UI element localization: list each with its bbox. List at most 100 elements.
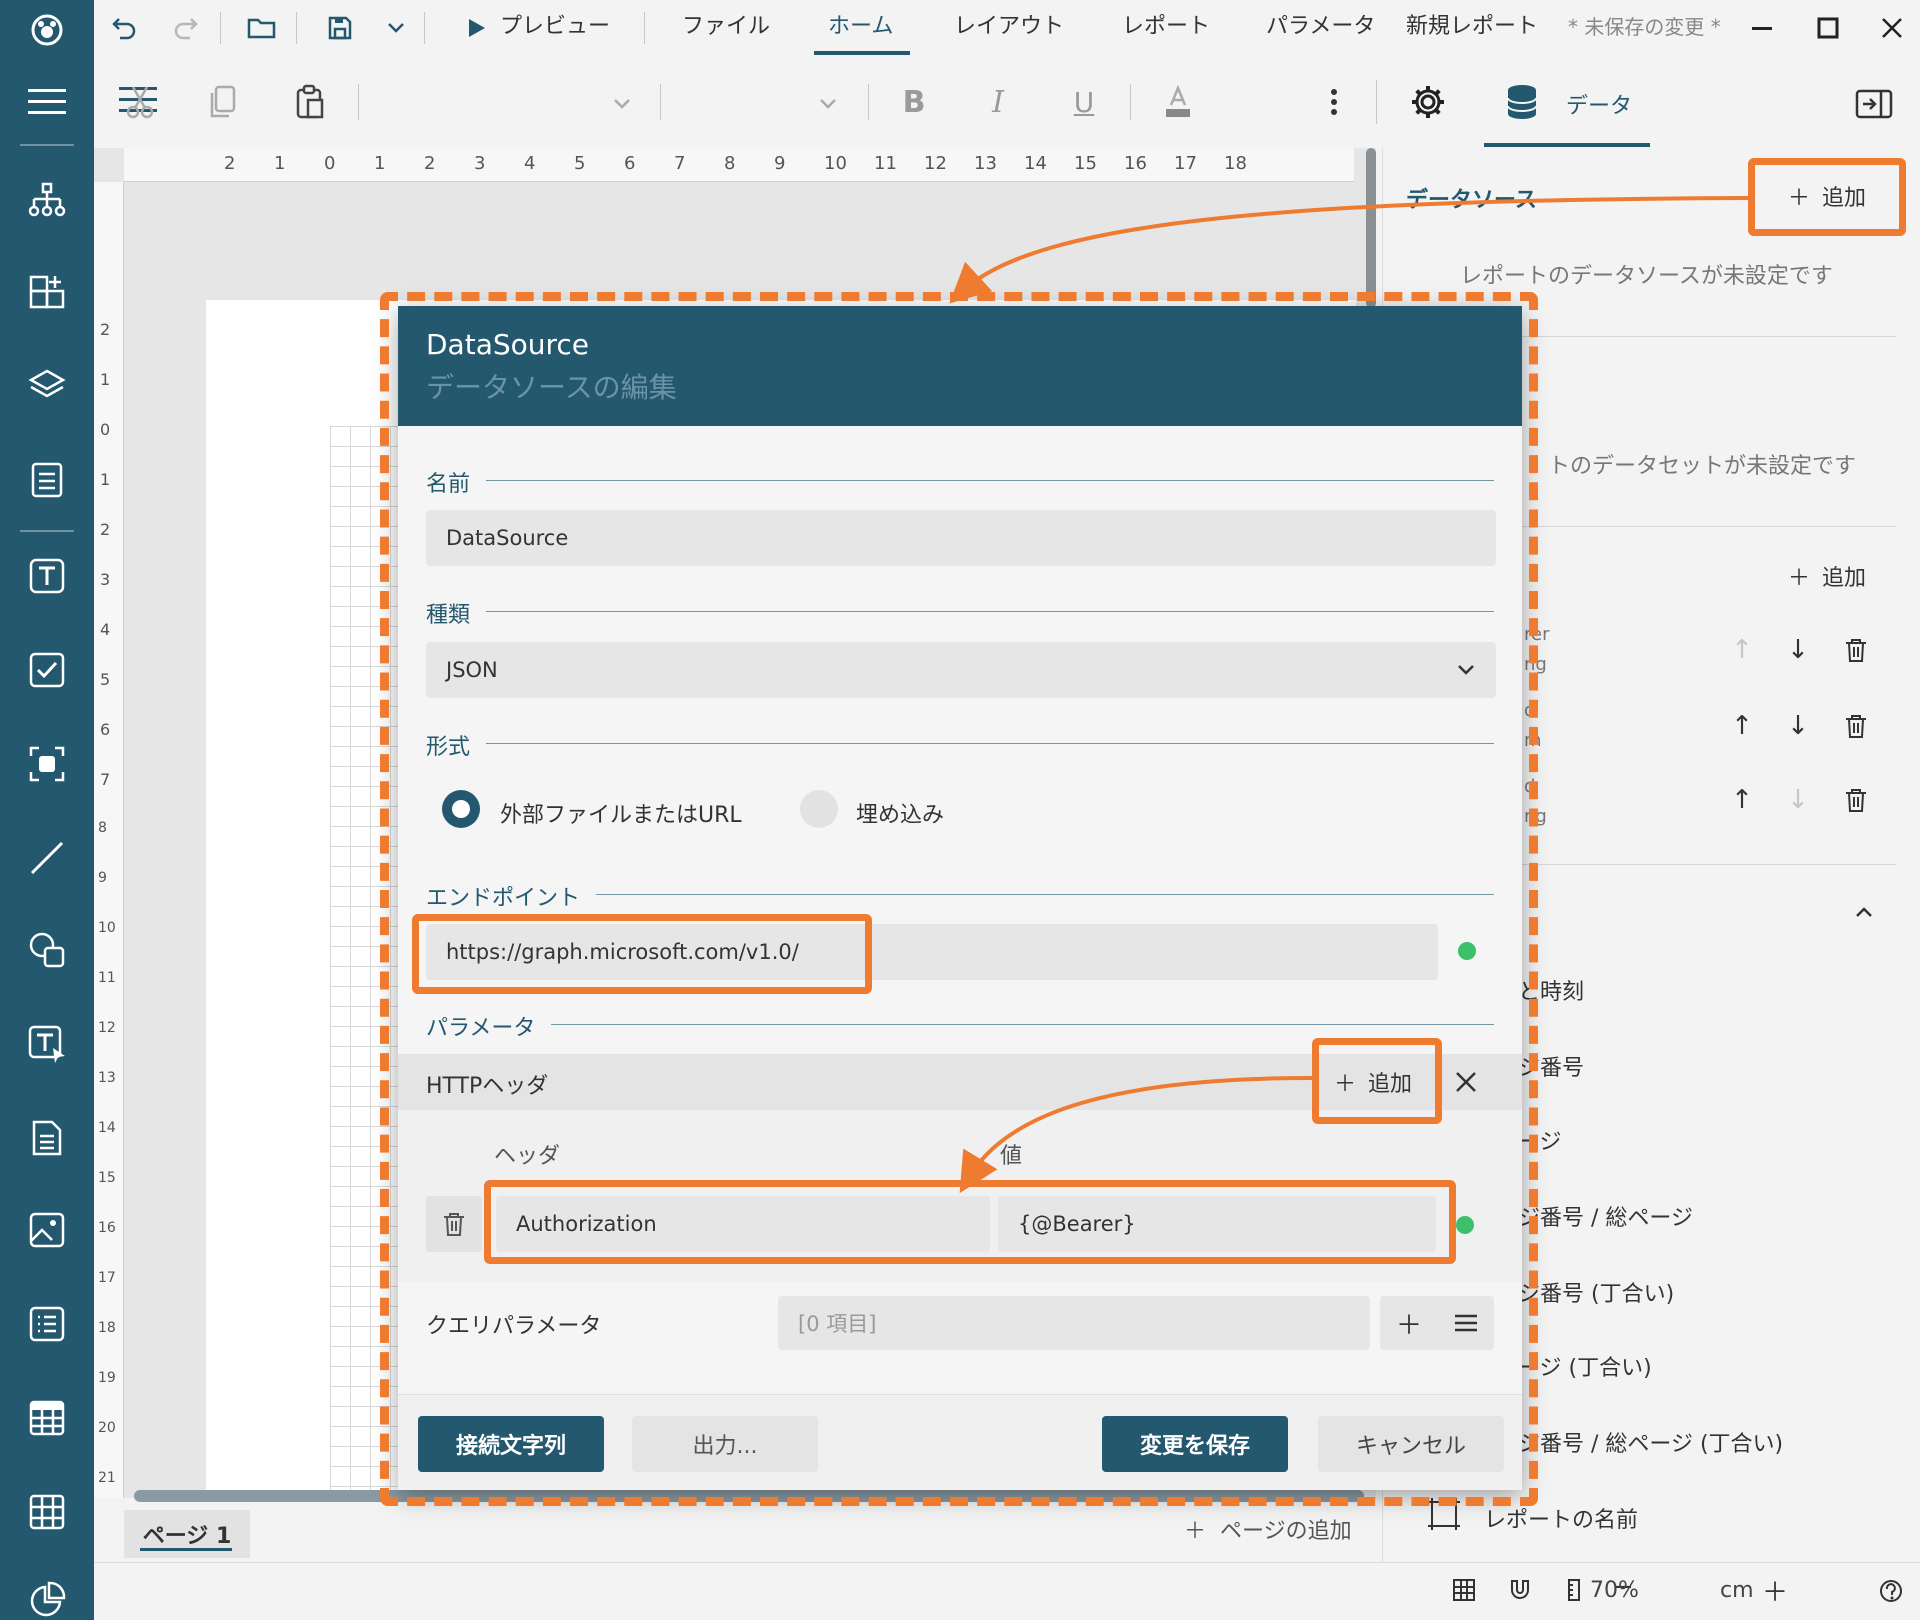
underline-icon[interactable]: U bbox=[1060, 78, 1108, 126]
line-icon[interactable] bbox=[17, 828, 77, 888]
menu-home[interactable]: ホーム bbox=[828, 12, 893, 42]
chart-icon[interactable] bbox=[17, 1570, 77, 1620]
ruler-tick: 9 bbox=[98, 870, 107, 886]
rich-text-icon[interactable] bbox=[17, 1014, 77, 1074]
menu-file[interactable]: ファイル bbox=[682, 12, 770, 42]
database-icon[interactable] bbox=[1498, 78, 1546, 126]
page-tab-underline bbox=[140, 1548, 232, 1551]
maximize-icon[interactable] bbox=[1810, 10, 1846, 46]
ruler-tick: 13 bbox=[98, 1070, 116, 1086]
highlight-add-header bbox=[1312, 1038, 1442, 1124]
chevron-down-icon[interactable] bbox=[378, 10, 414, 46]
separator bbox=[296, 12, 297, 44]
checkbox-icon[interactable] bbox=[17, 640, 77, 700]
menu-new-report[interactable]: 新規レポート bbox=[1406, 12, 1538, 42]
add-page-button[interactable]: ＋ ページの追加 bbox=[1184, 1516, 1352, 1548]
ruler-toggle-icon[interactable] bbox=[1562, 1578, 1586, 1602]
italic-icon[interactable]: I bbox=[974, 78, 1022, 126]
ruler-tick: 6 bbox=[100, 720, 111, 739]
ruler-tick: 11 bbox=[98, 970, 116, 986]
add-parameter-button[interactable]: ＋ 追加 bbox=[1788, 560, 1866, 592]
system-field-item[interactable]: ジ番号 / 総ページ bbox=[1518, 1200, 1693, 1232]
ruler-tick: 3 bbox=[100, 570, 111, 589]
preview-button[interactable]: プレビュー bbox=[500, 12, 610, 42]
trash-icon[interactable] bbox=[1840, 710, 1872, 742]
paste-icon[interactable] bbox=[286, 78, 334, 126]
image-icon[interactable] bbox=[17, 1200, 77, 1260]
save-icon[interactable] bbox=[322, 10, 358, 46]
ruler-tick: 11 bbox=[874, 153, 897, 174]
menu-layout[interactable]: レイアウト bbox=[954, 12, 1064, 42]
ruler-tick: 20 bbox=[98, 1420, 116, 1436]
ruler-tick: 1 bbox=[274, 153, 286, 174]
menu-parameters[interactable]: パラメータ bbox=[1266, 12, 1375, 42]
zoom-level[interactable]: 70% bbox=[1590, 1578, 1639, 1603]
redo-icon[interactable] bbox=[168, 10, 204, 46]
ruler-tick: 17 bbox=[98, 1270, 116, 1286]
bold-icon[interactable]: B bbox=[890, 78, 938, 126]
move-down-icon[interactable]: ↓ bbox=[1782, 634, 1814, 666]
collapse-panel-icon[interactable] bbox=[1850, 80, 1898, 128]
menu-report[interactable]: レポート bbox=[1122, 12, 1210, 42]
help-icon[interactable] bbox=[1878, 1578, 1904, 1604]
ruler-tick: 7 bbox=[674, 153, 686, 174]
move-down-icon[interactable]: ↓ bbox=[1782, 710, 1814, 742]
system-field-item[interactable]: レポートの名前 bbox=[1484, 1502, 1638, 1534]
move-up-icon[interactable]: ↑ bbox=[1726, 634, 1758, 666]
separator bbox=[1130, 84, 1131, 120]
copy-icon[interactable] bbox=[200, 78, 248, 126]
ruler-tick: 12 bbox=[98, 1020, 116, 1036]
snap-magnet-icon[interactable] bbox=[1508, 1578, 1532, 1602]
components-icon[interactable] bbox=[17, 262, 77, 322]
undo-icon[interactable] bbox=[106, 10, 142, 46]
move-up-icon[interactable]: ↑ bbox=[1726, 710, 1758, 742]
barcode-icon[interactable] bbox=[17, 734, 77, 794]
unit-selector[interactable]: cm bbox=[1720, 1578, 1754, 1603]
gear-icon[interactable] bbox=[1404, 78, 1452, 126]
tablix-icon[interactable] bbox=[17, 1482, 77, 1542]
report-section-icon[interactable] bbox=[17, 450, 77, 510]
chevron-up-icon[interactable] bbox=[1848, 896, 1880, 928]
separator bbox=[868, 84, 869, 120]
subreport-icon[interactable] bbox=[17, 1108, 77, 1168]
font-color-icon[interactable] bbox=[1154, 78, 1202, 126]
hamburger-menu-icon[interactable] bbox=[17, 72, 77, 132]
move-up-icon[interactable]: ↑ bbox=[1726, 784, 1758, 816]
system-field-item[interactable]: ジ番号 (丁合い) bbox=[1518, 1276, 1674, 1308]
move-down-icon[interactable]: ↓ bbox=[1782, 784, 1814, 816]
font-size-dropdown-icon[interactable] bbox=[804, 80, 852, 128]
ruler-tick: 17 bbox=[1174, 153, 1197, 174]
ruler-tick: 14 bbox=[98, 1120, 116, 1136]
zoom-in-icon[interactable]: ＋ bbox=[1762, 1572, 1788, 1609]
separator bbox=[1376, 80, 1377, 124]
ruler-tick: 5 bbox=[574, 153, 586, 174]
data-tab-label[interactable]: データ bbox=[1566, 88, 1632, 120]
close-icon[interactable] bbox=[1874, 10, 1910, 46]
textbox-icon[interactable] bbox=[17, 546, 77, 606]
play-icon[interactable] bbox=[458, 10, 494, 46]
minimize-icon[interactable] bbox=[1744, 10, 1780, 46]
trash-icon[interactable] bbox=[1840, 634, 1872, 666]
open-folder-icon[interactable] bbox=[244, 10, 280, 46]
more-options-icon[interactable] bbox=[1310, 78, 1358, 126]
system-field-item[interactable]: ジ番号 / 総ページ (丁合い) bbox=[1518, 1426, 1783, 1458]
separator bbox=[644, 12, 645, 44]
font-family-dropdown-icon[interactable] bbox=[598, 80, 646, 128]
grid-toggle-icon[interactable] bbox=[1452, 1578, 1476, 1602]
home-tab-underline bbox=[814, 51, 910, 55]
title-bar: プレビュー ファイル ホーム レイアウト レポート パラメータ 新規レポート *… bbox=[94, 0, 1920, 56]
cut-icon[interactable] bbox=[116, 78, 164, 126]
table-icon[interactable] bbox=[17, 1388, 77, 1448]
app-logo-icon bbox=[17, 0, 77, 60]
shapes-icon[interactable] bbox=[17, 920, 77, 980]
no-dataset-message: トのデータセットが未設定です bbox=[1548, 454, 1857, 479]
ruler-tick: 3 bbox=[474, 153, 486, 174]
ruler-tick: 7 bbox=[100, 770, 111, 789]
list-icon[interactable] bbox=[17, 1294, 77, 1354]
layers-icon[interactable] bbox=[17, 356, 77, 416]
hierarchy-icon[interactable] bbox=[17, 170, 77, 230]
trash-icon[interactable] bbox=[1840, 784, 1872, 816]
top-ruler: 2 1 0 1 2 3 4 5 6 7 8 9 10 11 12 13 14 1… bbox=[124, 148, 1354, 182]
vertical-scrollbar[interactable] bbox=[1366, 148, 1376, 308]
system-field-item[interactable]: ージ (丁合い) bbox=[1518, 1350, 1652, 1382]
